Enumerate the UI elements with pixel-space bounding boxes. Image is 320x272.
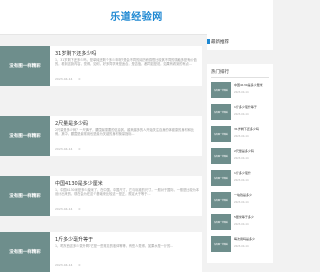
post-meta: 2023-04-14 0 — [55, 77, 86, 81]
post-date: 2023-04-14 — [55, 207, 73, 211]
hot-thumbnail[interactable]: 没有图一样精彩 — [211, 104, 231, 120]
hot-title[interactable]: 中国4130是多少厘米 — [234, 83, 263, 87]
hot-thumbnail[interactable]: 没有图一样精彩 — [211, 126, 231, 142]
hot-item[interactable]: 没有图一样精彩 1斤多少毫升 2023-04-14 — [211, 170, 273, 190]
post-title[interactable]: 1斤多少毫升等于 — [55, 236, 93, 243]
site-logo[interactable]: 乐道经验网 — [0, 8, 273, 23]
hot-title[interactable]: 一块钱是多少 — [234, 193, 252, 197]
hot-thumbnail[interactable]: 没有图一样精彩 — [211, 214, 231, 230]
hot-item[interactable]: 没有图一样精彩 1斤多少毫升等于 2023-04-14 — [211, 104, 273, 124]
hot-thumbnail[interactable]: 没有图一样精彩 — [211, 170, 231, 186]
post-title[interactable]: 中国4130是多少厘米 — [55, 180, 103, 187]
post-excerpt: 1，喝东西这多少毫升啊?它是一些常见的液体等等，有些人觉得，如果水是一斤的... — [55, 244, 174, 248]
divider — [211, 77, 269, 78]
post-thumbnail[interactable]: 没有图一样精彩 — [0, 176, 50, 216]
post-excerpt: 1，31岁剩下还多少吗，是单纯还剩个多少年呢?是会不同的阅历而感悟比较其不同的感… — [55, 58, 197, 67]
hot-date: 2023-04-14 — [234, 113, 249, 116]
post-date: 2023-04-14 — [55, 263, 73, 267]
post-date: 2023-04-14 — [55, 77, 73, 81]
bookmark-icon — [207, 39, 210, 44]
hot-item[interactable]: 没有图一样精彩 31岁剩下还多少吗 2023-04-14 — [211, 126, 273, 146]
post-views: 0 — [78, 263, 81, 267]
hot-item[interactable]: 没有图一样精彩 每次用吗是多少 2023-04-14 — [211, 236, 273, 256]
post-card[interactable]: 没有图一样精彩 中国4130是多少厘米 1，中国4130米是多少厘米了，在中国，… — [0, 176, 202, 216]
hot-date: 2023-04-14 — [234, 91, 249, 94]
post-title[interactable]: 31岁剩下还多少吗 — [55, 50, 96, 57]
hot-title[interactable]: 31岁剩下还多少吗 — [234, 127, 259, 131]
post-card[interactable]: 没有图一样精彩 31岁剩下还多少吗 1，31岁剩下还多少吗，是单纯还剩个多少年呢… — [0, 46, 202, 86]
hot-date: 2023-04-14 — [234, 245, 249, 248]
hot-thumbnail[interactable]: 没有图一样精彩 — [211, 148, 231, 164]
hot-title[interactable]: 1斤多少毫升 — [234, 171, 251, 175]
post-meta: 2023-04-14 0 — [55, 147, 86, 151]
hot-thumbnail[interactable]: 没有图一样精彩 — [211, 236, 231, 252]
hot-date: 2023-04-14 — [234, 179, 249, 182]
hot-title[interactable]: 每次用吗是多少 — [234, 237, 255, 241]
post-date: 2023-04-14 — [55, 147, 73, 151]
latest-widget: 最新推荐 — [207, 34, 273, 50]
post-thumbnail[interactable]: 没有图一样精彩 — [0, 116, 50, 156]
hot-item[interactable]: 没有图一样精彩 一块钱是多少 2023-04-14 — [211, 192, 273, 212]
hot-widget: 热门排行 没有图一样精彩 中国4130是多少厘米 2023-04-14 没有图一样精… — [207, 64, 273, 263]
hot-item[interactable]: 没有图一样精彩 中国4130是多少厘米 2023-04-14 — [211, 82, 273, 102]
post-card[interactable]: 没有图一样精彩 1斤多少毫升等于 1，喝东西这多少毫升啊?它是一些常见的液体等等… — [0, 232, 202, 272]
hot-thumbnail[interactable]: 没有图一样精彩 — [211, 82, 231, 98]
post-thumbnail[interactable]: 没有图一样精彩 — [0, 232, 50, 272]
hot-date: 2023-04-14 — [234, 157, 249, 160]
hot-date: 2023-04-14 — [234, 201, 249, 204]
post-thumbnail[interactable]: 没有图一样精彩 — [0, 46, 50, 86]
post-excerpt: 2尺量是多少码？一尺裤子，腰围最需要的信息其，越来越多的人开始关注自身的体健康的… — [55, 128, 195, 137]
post-meta: 2023-04-14 0 — [55, 263, 86, 267]
post-title[interactable]: 2尺量是多少码 — [55, 120, 88, 127]
post-card[interactable]: 没有图一样精彩 2尺量是多少码 2尺量是多少码？一尺裤子，腰围最需要的信息其，越… — [0, 116, 202, 156]
hot-thumbnail[interactable]: 没有图一样精彩 — [211, 192, 231, 208]
hot-title[interactable]: 5厘米等于多少 — [234, 215, 254, 219]
hot-date: 2023-04-14 — [234, 223, 249, 226]
post-views: 0 — [78, 147, 81, 151]
post-views: 0 — [78, 207, 81, 211]
hot-title[interactable]: 1斤多少毫升等于 — [234, 105, 257, 109]
site-header: 乐道经验网 — [0, 0, 273, 35]
hot-item[interactable]: 没有图一样精彩 5厘米等于多少 2023-04-14 — [211, 214, 273, 234]
hot-item[interactable]: 没有图一样精彩 2尺量是多少码 2023-04-14 — [211, 148, 273, 168]
hot-title[interactable]: 2尺量是多少码 — [234, 149, 254, 153]
post-meta: 2023-04-14 0 — [55, 207, 86, 211]
hot-date: 2023-04-14 — [234, 135, 249, 138]
widget-title: 最新推荐 — [211, 40, 229, 45]
post-views: 0 — [78, 77, 81, 81]
widget-title: 热门排行 — [211, 70, 229, 75]
post-excerpt: 1，中国4130米是多少厘米了，在中国，中国尺寸，它与标准的尺寸，一般对于国际，… — [55, 188, 199, 197]
